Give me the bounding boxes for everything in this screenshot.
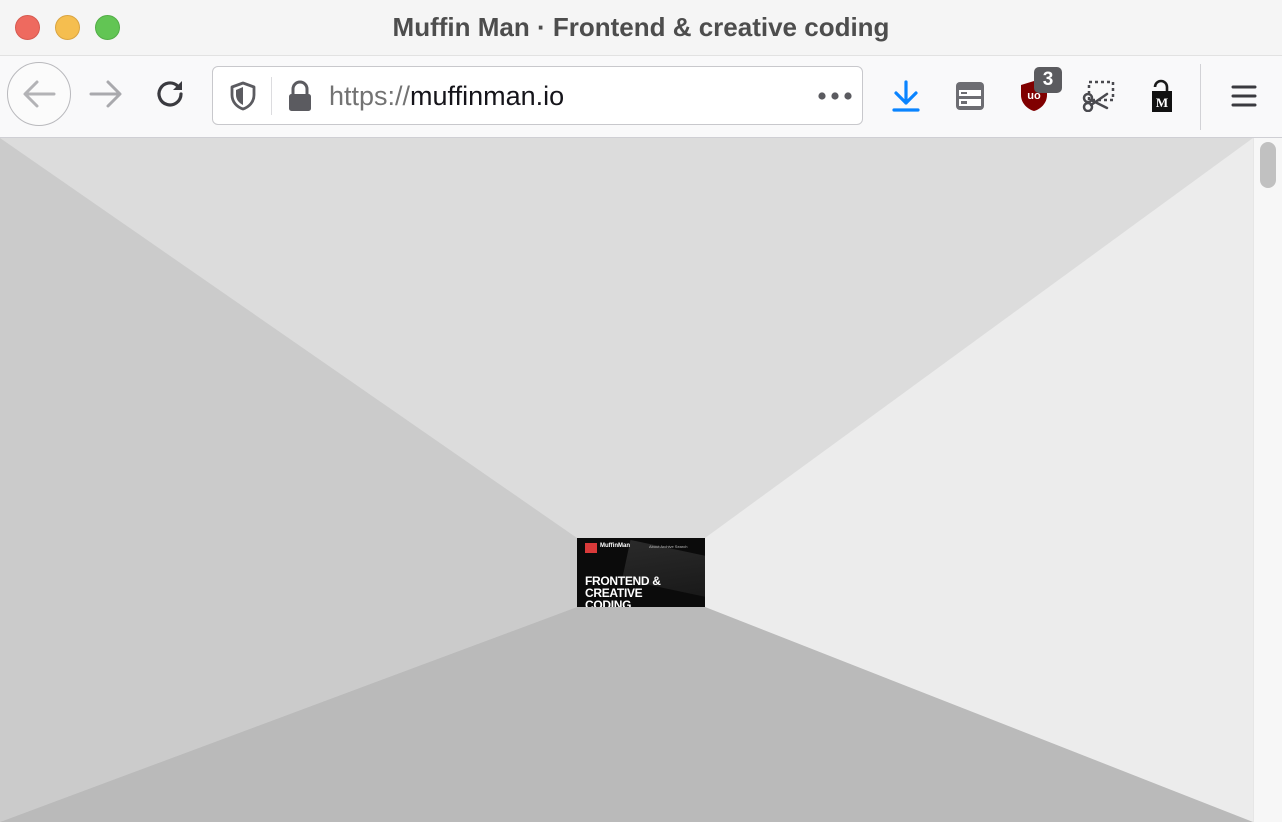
thumbnail-logo [585, 543, 597, 553]
thumbnail-brand: MuffinMan [600, 543, 630, 549]
ublock-badge: 3 [1034, 67, 1062, 93]
thumbnail-heading: FRONTEND & CREATIVE CODING [585, 574, 661, 607]
app-menu-button[interactable] [1222, 72, 1266, 120]
shield-icon [230, 81, 256, 111]
title-bar: Muffin Man · Frontend & creative coding [0, 0, 1282, 56]
scrollbar-thumb[interactable] [1260, 142, 1276, 188]
server-icon [956, 82, 984, 110]
screenshot-extension-button[interactable] [1076, 72, 1120, 120]
svg-text:M: M [1156, 95, 1168, 110]
page-actions-button[interactable] [815, 81, 855, 111]
navigation-toolbar: https://muffinman.io uo M [0, 56, 1282, 138]
mercury-reader-button[interactable]: M [1140, 72, 1184, 120]
website-preview-thumbnail[interactable]: MuffinMan About Archive Search FRONTEND … [577, 538, 705, 607]
more-horizontal-icon [818, 92, 852, 100]
toolbar-divider [1200, 64, 1201, 130]
forward-button[interactable] [84, 70, 128, 118]
url-scheme: https:// [329, 81, 411, 111]
reload-button[interactable] [148, 70, 192, 118]
urlbar-divider [271, 77, 272, 115]
hamburger-menu-icon [1231, 85, 1257, 107]
server-extension-button[interactable] [948, 72, 992, 120]
perspective-tunnel-background [0, 138, 1253, 822]
address-bar[interactable]: https://muffinman.io [212, 66, 863, 125]
browser-window: Muffin Man · Frontend & creative coding [0, 0, 1282, 822]
downloads-button[interactable] [884, 72, 928, 120]
tracking-protection-button[interactable] [227, 80, 259, 112]
mercury-reader-lock-icon: M [1152, 79, 1172, 112]
url-text[interactable]: https://muffinman.io [329, 80, 564, 112]
scissors-screenshot-icon [1082, 80, 1115, 112]
arrow-right-icon [89, 80, 122, 108]
arrow-left-icon [23, 80, 56, 108]
lock-icon [289, 80, 311, 111]
window-title: Muffin Man · Frontend & creative coding [392, 12, 890, 42]
url-host: muffinman.io [410, 81, 565, 111]
download-icon [892, 80, 920, 112]
thumbnail-nav: About Archive Search [649, 544, 688, 549]
back-button[interactable] [7, 62, 71, 126]
page-content: MuffinMan About Archive Search FRONTEND … [0, 138, 1253, 822]
site-identity-button[interactable] [285, 80, 315, 112]
reload-icon [157, 81, 183, 107]
vertical-scrollbar[interactable] [1253, 138, 1282, 822]
